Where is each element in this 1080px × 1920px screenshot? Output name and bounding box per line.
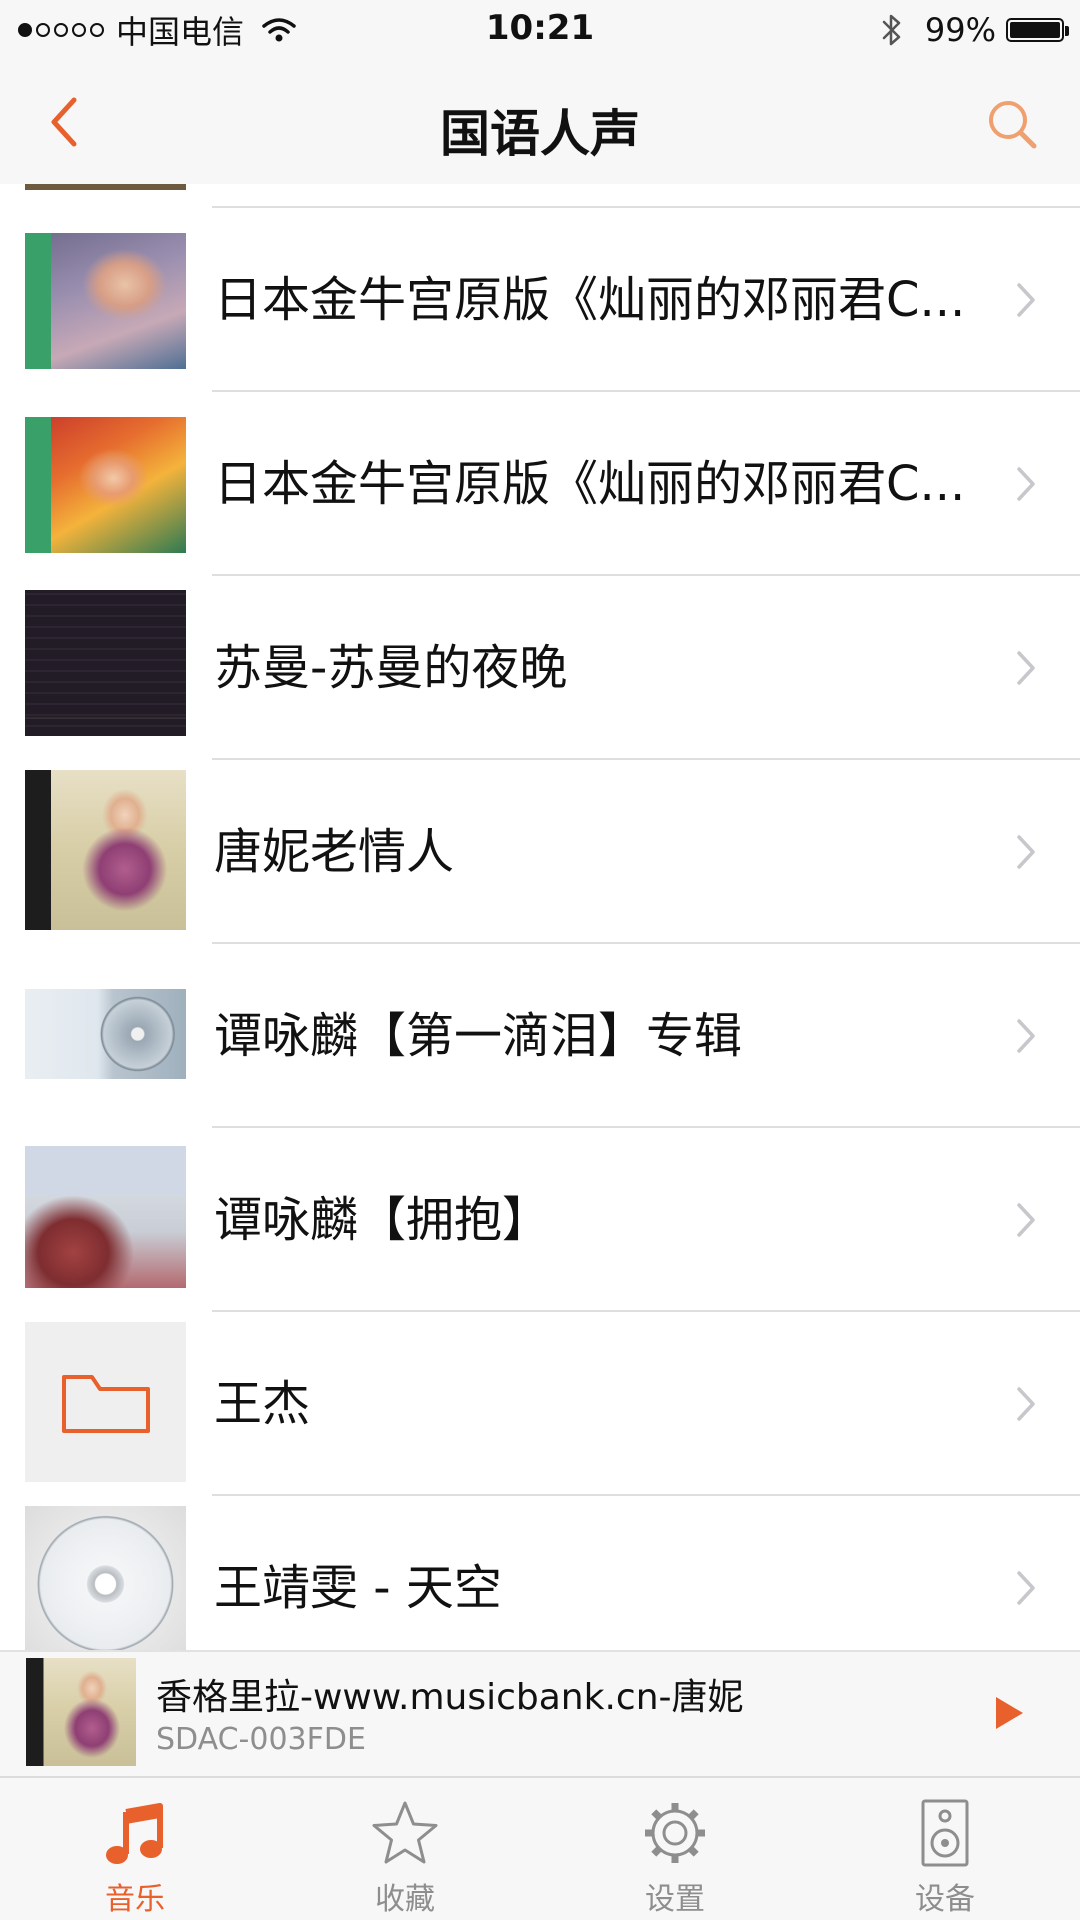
list-item[interactable]: 王靖雯 - 天空	[0, 1496, 1080, 1650]
chevron-right-icon	[1017, 835, 1035, 869]
list-item-title: 日本金牛宫原版《灿丽的邓丽君C...	[214, 456, 966, 512]
list-item-title: 日本金牛宫原版《灿丽的邓丽君C...	[214, 272, 966, 328]
search-icon	[989, 101, 1037, 149]
chevron-right-icon	[1017, 651, 1035, 685]
chevron-right-icon	[1017, 467, 1035, 501]
list-item[interactable]: 日本金牛宫原版《灿丽的邓丽君C...	[0, 208, 1080, 392]
star-icon	[372, 1801, 438, 1864]
tab-settings[interactable]: 设置	[540, 1778, 810, 1920]
list-item[interactable]: 王杰	[0, 1312, 1080, 1496]
now-playing-cover	[26, 1658, 136, 1766]
now-playing-subtitle: SDAC-003FDE	[156, 1722, 366, 1757]
speaker-icon	[921, 1799, 969, 1867]
play-icon	[996, 1697, 1023, 1729]
status-right: 99%	[881, 10, 1069, 50]
tab-music[interactable]: 音乐	[0, 1778, 270, 1920]
album-cover	[25, 590, 186, 736]
navigation-bar: 国语人声	[0, 60, 1080, 184]
music-note-icon	[106, 1803, 163, 1864]
album-cover	[25, 184, 186, 190]
list-item-partial[interactable]	[0, 184, 1080, 208]
tab-favorites[interactable]: 收藏	[270, 1778, 540, 1920]
tab-label: 收藏	[375, 1882, 435, 1917]
chevron-right-icon	[1017, 1203, 1035, 1237]
folder-icon	[61, 1375, 150, 1433]
album-cover	[25, 989, 186, 1079]
gear-icon	[645, 1803, 705, 1863]
list-item-title: 唐妮老情人	[214, 824, 455, 880]
tab-label: 设备	[915, 1882, 975, 1917]
tab-devices[interactable]: 设备	[810, 1778, 1080, 1920]
page-title: 国语人声	[440, 105, 640, 163]
chevron-right-icon	[1017, 1387, 1035, 1421]
list-item[interactable]: 日本金牛宫原版《灿丽的邓丽君C...	[0, 392, 1080, 576]
battery-fill	[1010, 22, 1060, 38]
album-cover	[25, 233, 186, 369]
battery-percentage: 99%	[924, 11, 996, 49]
list-item-title: 王杰	[214, 1376, 311, 1432]
now-playing-bar[interactable]: 香格里拉-www.musicbank.cn-唐妮 SDAC-003FDE	[0, 1650, 1080, 1776]
play-button[interactable]	[992, 1694, 1026, 1732]
search-button[interactable]	[984, 96, 1040, 152]
now-playing-title: 香格里拉-www.musicbank.cn-唐妮	[156, 1677, 744, 1718]
list-item[interactable]: 唐妮老情人	[0, 760, 1080, 944]
album-cover	[25, 770, 186, 930]
list-item-title: 谭咏麟【拥抱】	[214, 1192, 551, 1248]
list-item[interactable]: 谭咏麟【拥抱】	[0, 1128, 1080, 1312]
chevron-right-icon	[1017, 283, 1035, 317]
list-item-title: 谭咏麟【第一滴泪】专辑	[214, 1008, 743, 1064]
list-item[interactable]: 谭咏麟【第一滴泪】专辑	[0, 944, 1080, 1128]
chevron-right-icon	[1017, 1571, 1035, 1605]
cd-disc-cover	[25, 1506, 186, 1650]
album-cover	[25, 1146, 186, 1288]
list-item[interactable]: 苏曼-苏曼的夜晚	[0, 576, 1080, 760]
album-cover	[25, 417, 186, 553]
battery-icon	[1006, 18, 1069, 42]
tab-bar: 音乐 收藏 设置 设备	[0, 1776, 1080, 1920]
bluetooth-icon	[882, 14, 901, 46]
list-item-title: 苏曼-苏曼的夜晚	[214, 640, 568, 696]
status-bar: 中国电信 10:21 99%	[0, 0, 1080, 60]
chevron-right-icon	[1017, 1019, 1035, 1053]
folder-thumbnail	[25, 1322, 186, 1482]
list-item-title: 王靖雯 - 天空	[214, 1560, 502, 1616]
tab-label: 音乐	[105, 1882, 165, 1917]
album-list[interactable]: 日本金牛宫原版《灿丽的邓丽君C... 日本金牛宫原版《灿丽的邓丽君C... 苏曼…	[0, 184, 1080, 1650]
tab-label: 设置	[645, 1882, 705, 1917]
